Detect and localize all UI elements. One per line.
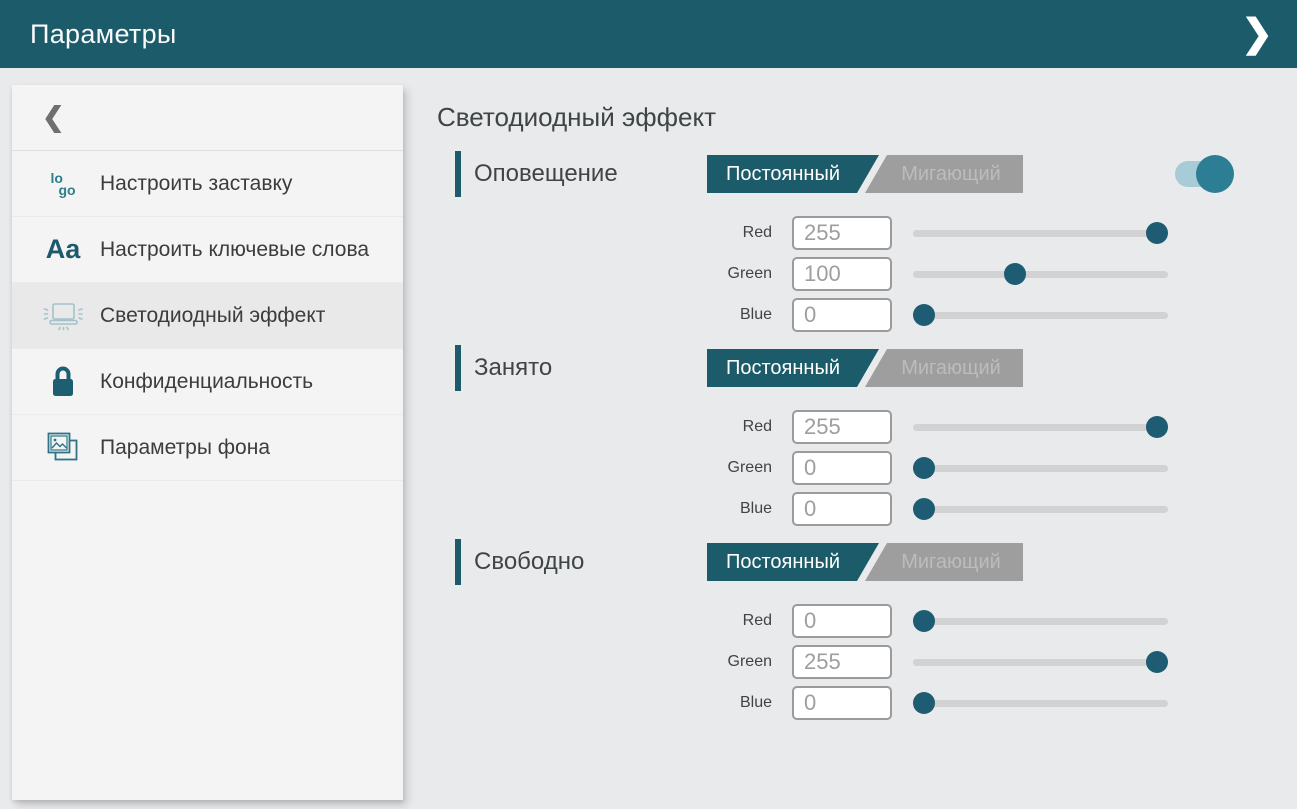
collapse-panel-icon[interactable]: ❯ bbox=[1235, 15, 1279, 53]
blue-value-input[interactable] bbox=[792, 492, 892, 526]
sidebar-back-button[interactable]: ❮ bbox=[12, 85, 403, 151]
slider-track bbox=[913, 424, 1168, 431]
mode-segmented-control: Постоянный Мигающий bbox=[707, 349, 1023, 387]
blue-slider[interactable] bbox=[913, 692, 1168, 714]
text-aa-icon: Aa bbox=[40, 236, 86, 263]
logo-icon: logo bbox=[40, 172, 86, 196]
red-slider[interactable] bbox=[913, 610, 1168, 632]
section-busy: Занято Постоянный Мигающий Red Green bbox=[437, 344, 1297, 526]
back-chevron-icon: ❮ bbox=[42, 102, 65, 133]
blue-slider[interactable] bbox=[913, 498, 1168, 520]
red-value-input[interactable] bbox=[792, 216, 892, 250]
mode-blinking-button[interactable]: Мигающий bbox=[865, 155, 1023, 193]
section-notification: Оповещение Постоянный Мигающий Red Green bbox=[437, 150, 1297, 332]
slider-thumb[interactable] bbox=[913, 304, 935, 326]
slider-thumb[interactable] bbox=[1004, 263, 1026, 285]
channel-label: Blue bbox=[707, 306, 792, 324]
slider-track bbox=[913, 659, 1168, 666]
sidebar-item-background[interactable]: Параметры фона bbox=[12, 415, 403, 481]
channel-label: Green bbox=[707, 459, 792, 477]
red-value-input[interactable] bbox=[792, 604, 892, 638]
slider-thumb[interactable] bbox=[1146, 651, 1168, 673]
channel-row-red: Red bbox=[707, 604, 1297, 638]
channel-row-green: Green bbox=[707, 451, 1297, 485]
section-accent-bar bbox=[455, 151, 461, 197]
page-title: Параметры bbox=[30, 19, 177, 50]
mode-blinking-button[interactable]: Мигающий bbox=[865, 349, 1023, 387]
sidebar-item-led-effect[interactable]: Светодиодный эффект bbox=[12, 283, 403, 349]
channel-row-green: Green bbox=[707, 257, 1297, 291]
sidebar-item-label: Настроить ключевые слова bbox=[100, 236, 369, 263]
channel-row-red: Red bbox=[707, 216, 1297, 250]
sidebar-item-splash-screen[interactable]: logo Настроить заставку bbox=[12, 151, 403, 217]
slider-track bbox=[913, 465, 1168, 472]
sidebar-item-label: Настроить заставку bbox=[100, 170, 292, 197]
blue-slider[interactable] bbox=[913, 304, 1168, 326]
app-header: Параметры ❯ bbox=[0, 0, 1297, 68]
channel-label: Red bbox=[707, 418, 792, 436]
channel-label: Green bbox=[707, 265, 792, 283]
channel-row-blue: Blue bbox=[707, 686, 1297, 720]
channel-row-blue: Blue bbox=[707, 298, 1297, 332]
mode-constant-button[interactable]: Постоянный bbox=[707, 543, 879, 581]
images-icon bbox=[40, 430, 86, 466]
green-slider[interactable] bbox=[913, 263, 1168, 285]
sidebar-item-label: Параметры фона bbox=[100, 434, 270, 461]
green-value-input[interactable] bbox=[792, 257, 892, 291]
led-effect-panel: Светодиодный эффект Оповещение Постоянны… bbox=[403, 68, 1297, 809]
red-slider[interactable] bbox=[913, 222, 1168, 244]
red-value-input[interactable] bbox=[792, 410, 892, 444]
sidebar-item-keywords[interactable]: Aa Настроить ключевые слова bbox=[12, 217, 403, 283]
mode-segmented-control: Постоянный Мигающий bbox=[707, 155, 1023, 193]
section-name: Занято bbox=[474, 354, 707, 382]
blue-value-input[interactable] bbox=[792, 686, 892, 720]
channel-label: Green bbox=[707, 653, 792, 671]
slider-thumb[interactable] bbox=[1146, 222, 1168, 244]
green-slider[interactable] bbox=[913, 457, 1168, 479]
slider-track bbox=[913, 230, 1168, 237]
green-value-input[interactable] bbox=[792, 451, 892, 485]
channel-label: Blue bbox=[707, 500, 792, 518]
section-accent-bar bbox=[455, 345, 461, 391]
mode-blinking-button[interactable]: Мигающий bbox=[865, 543, 1023, 581]
green-slider[interactable] bbox=[913, 651, 1168, 673]
settings-sidebar: ❮ logo Настроить заставку Aa Настроить к… bbox=[12, 85, 403, 800]
slider-thumb[interactable] bbox=[913, 457, 935, 479]
section-accent-bar bbox=[455, 539, 461, 585]
blue-value-input[interactable] bbox=[792, 298, 892, 332]
slider-track bbox=[913, 312, 1168, 319]
mode-segmented-control: Постоянный Мигающий bbox=[707, 543, 1023, 581]
slider-track bbox=[913, 271, 1168, 278]
channel-row-blue: Blue bbox=[707, 492, 1297, 526]
slider-thumb[interactable] bbox=[913, 610, 935, 632]
content-title: Светодиодный эффект bbox=[437, 100, 1297, 134]
mode-constant-button[interactable]: Постоянный bbox=[707, 349, 879, 387]
glowing-monitor-icon bbox=[40, 300, 86, 332]
toggle-thumb bbox=[1196, 155, 1234, 193]
channel-label: Red bbox=[707, 224, 792, 242]
channel-label: Blue bbox=[707, 694, 792, 712]
section-name: Оповещение bbox=[474, 160, 707, 188]
section-free: Свободно Постоянный Мигающий Red Green bbox=[437, 538, 1297, 720]
slider-track bbox=[913, 700, 1168, 707]
slider-track bbox=[913, 506, 1168, 513]
sidebar-item-label: Конфиденциальность bbox=[100, 368, 313, 395]
channel-label: Red bbox=[707, 612, 792, 630]
sidebar-item-privacy[interactable]: Конфиденциальность bbox=[12, 349, 403, 415]
sidebar-item-label: Светодиодный эффект bbox=[100, 302, 325, 329]
channel-row-green: Green bbox=[707, 645, 1297, 679]
slider-thumb[interactable] bbox=[913, 692, 935, 714]
section-name: Свободно bbox=[474, 548, 707, 576]
channel-row-red: Red bbox=[707, 410, 1297, 444]
slider-track bbox=[913, 618, 1168, 625]
slider-thumb[interactable] bbox=[1146, 416, 1168, 438]
green-value-input[interactable] bbox=[792, 645, 892, 679]
notification-toggle[interactable] bbox=[1175, 154, 1227, 194]
red-slider[interactable] bbox=[913, 416, 1168, 438]
mode-constant-button[interactable]: Постоянный bbox=[707, 155, 879, 193]
slider-thumb[interactable] bbox=[913, 498, 935, 520]
lock-icon bbox=[40, 364, 86, 400]
